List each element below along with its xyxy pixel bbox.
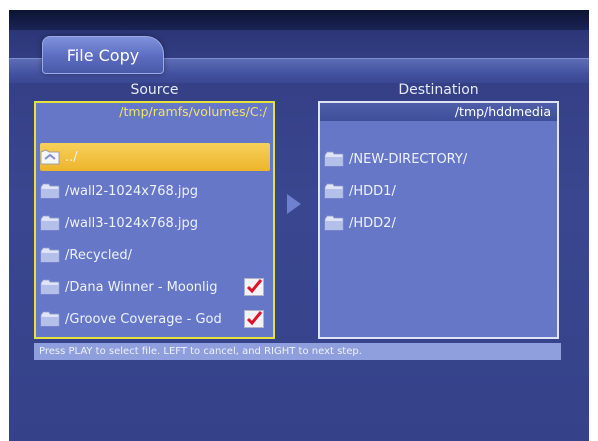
- file-copy-tab: File Copy: [42, 36, 164, 74]
- source-item[interactable]: /wall3-1024x768.jpg: [40, 209, 198, 237]
- folder-icon: [40, 279, 60, 295]
- checkmark-icon: [246, 279, 263, 294]
- destination-item-label: /HDD2/: [349, 215, 396, 231]
- source-heading: Source: [130, 82, 179, 98]
- status-hint: Press PLAY to select file. LEFT to cance…: [34, 343, 561, 360]
- folder-up-icon: [40, 149, 60, 165]
- source-item-label: /wall3-1024x768.jpg: [65, 215, 199, 231]
- source-panel: /tmp/ramfs/volumes/C:/ ../ /wall2-1024x7…: [34, 101, 275, 339]
- folder-icon: [40, 183, 60, 199]
- source-item-label: /Recycled/: [65, 247, 133, 263]
- source-item[interactable]: /wall2-1024x768.jpg: [40, 177, 198, 205]
- source-item[interactable]: /Dana Winner - Moonlig: [40, 273, 270, 301]
- tab-title: File Copy: [66, 45, 140, 65]
- folder-icon: [40, 311, 60, 327]
- top-bar: [9, 10, 589, 30]
- folder-icon: [324, 151, 344, 167]
- source-item[interactable]: /Groove Coverage - God: [40, 305, 270, 333]
- checkmark-icon: [246, 311, 263, 326]
- screen: File Copy Source Destination /tmp/ramfs/…: [9, 10, 589, 441]
- source-item-parent[interactable]: ../: [40, 143, 270, 171]
- selected-checkbox[interactable]: [244, 278, 264, 296]
- destination-item[interactable]: /NEW-DIRECTORY/: [324, 145, 467, 173]
- folder-icon: [40, 247, 60, 263]
- destination-path: /tmp/hddmedia: [320, 103, 557, 121]
- folder-icon: [324, 215, 344, 231]
- source-item[interactable]: /Recycled/: [40, 241, 132, 269]
- source-path: /tmp/ramfs/volumes/C:/: [119, 104, 267, 119]
- folder-icon: [324, 183, 344, 199]
- destination-heading: Destination: [398, 82, 479, 98]
- folder-icon: [40, 215, 60, 231]
- destination-item[interactable]: /HDD2/: [324, 209, 396, 237]
- source-item-label: /Dana Winner - Moonlig: [65, 279, 218, 295]
- destination-item-label: /NEW-DIRECTORY/: [349, 151, 468, 167]
- source-item-label: /wall2-1024x768.jpg: [65, 183, 199, 199]
- source-item-label: /Groove Coverage - God: [65, 311, 222, 327]
- arrow-right-icon: [287, 194, 301, 214]
- source-item-label: ../: [65, 149, 78, 165]
- destination-panel: /tmp/hddmedia /NEW-DIRECTORY/ /HDD1/ /HD…: [318, 101, 559, 339]
- destination-item[interactable]: /HDD1/: [324, 177, 396, 205]
- destination-item-label: /HDD1/: [349, 183, 396, 199]
- selected-checkbox[interactable]: [244, 310, 264, 328]
